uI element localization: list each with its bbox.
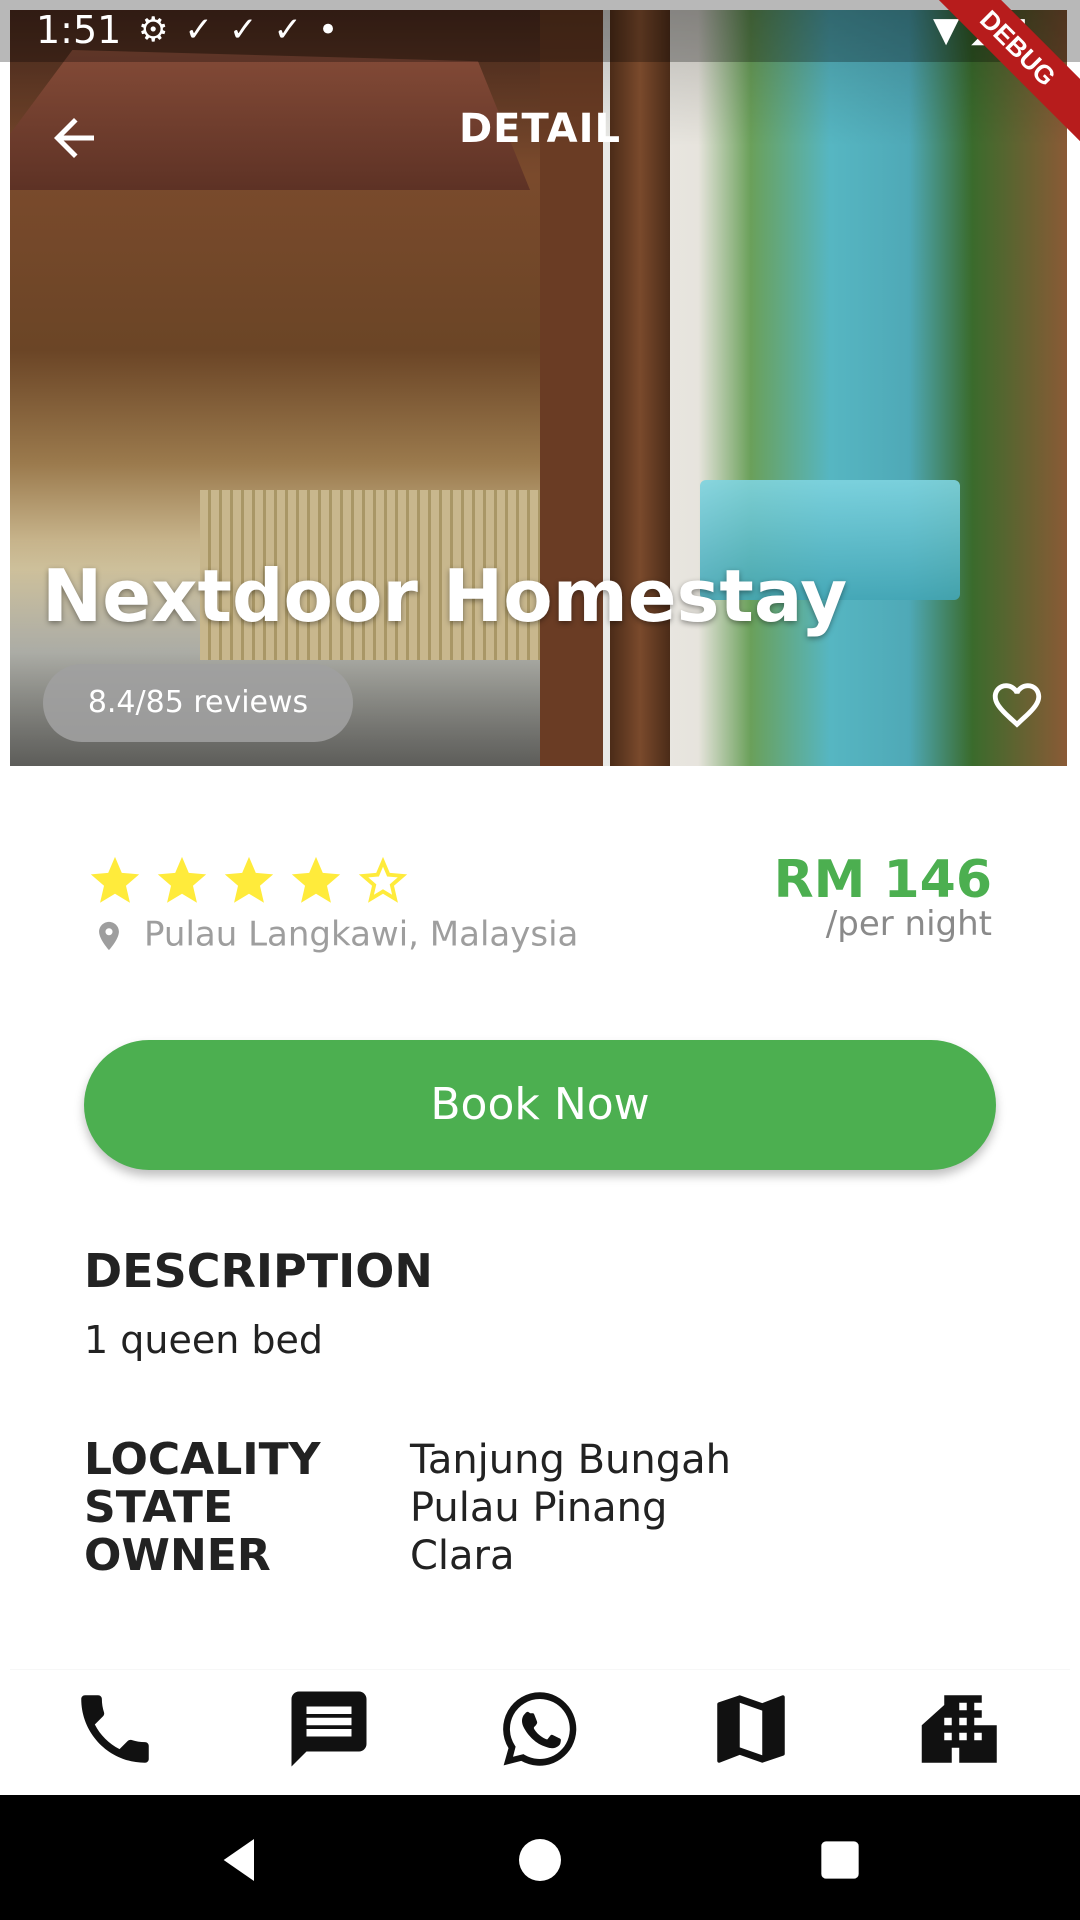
place-name: Nextdoor Homestay [42,554,848,638]
whatsapp-button[interactable] [495,1684,585,1774]
page-title: DETAIL [458,106,622,152]
recents-square-icon [821,1841,859,1879]
heart-outline-icon [992,683,1042,728]
status-bar: 1:51 ⚙✓✓✓• ▼◢▮ [0,0,1080,62]
detail-key: OWNER [84,1530,271,1581]
detail-row-owner: OWNER Clara [84,1532,731,1580]
back-triangle-icon [223,1839,254,1881]
status-icons-left: ⚙✓✓✓• [138,10,354,50]
whatsapp-icon [503,1692,577,1766]
details-table: LOCALITY Tanjung Bungah STATE Pulau Pina… [84,1436,731,1580]
call-button[interactable] [70,1684,160,1774]
message-button[interactable] [284,1684,374,1774]
detail-key: STATE [84,1482,233,1533]
phone-icon [81,1695,149,1763]
detail-row-locality: LOCALITY Tanjung Bungah [84,1436,731,1484]
gear-icon: ⚙ [138,10,185,50]
reviews-badge: 8.4/85 reviews [43,664,353,742]
detail-value: Tanjung Bungah [410,1437,731,1483]
homes-icon [921,1695,997,1763]
star-filled-icon [292,856,341,903]
dot-icon: • [317,10,355,50]
star-filled-icon [90,856,140,903]
price-unit: /per night [825,904,992,944]
book-now-button[interactable]: Book Now [84,1040,996,1170]
system-recents-button[interactable] [812,1832,868,1888]
detail-value: Clara [410,1533,515,1579]
detail-value: Pulau Pinang [410,1485,668,1531]
home-circle-icon [519,1839,561,1881]
message-icon [291,1691,367,1767]
location: Pulau Langkawi, Malaysia [92,914,578,958]
price-value: RM 146 [773,850,992,910]
map-button[interactable] [706,1684,796,1774]
map-icon [717,1695,785,1763]
check-icon: ✓ [273,10,318,50]
check-icon: ✓ [184,10,229,50]
favorite-button[interactable] [988,676,1046,734]
star-filled-icon [157,856,207,903]
system-back-button[interactable] [212,1832,268,1888]
star-outline-icon [359,856,408,903]
location-text: Pulau Langkawi, Malaysia [144,914,579,955]
description-text: 1 queen bed [84,1318,324,1362]
system-home-button[interactable] [512,1832,568,1888]
price-block: RM 146 /per night [774,850,992,944]
check-icon: ✓ [228,10,274,50]
detail-key: LOCALITY [84,1434,321,1485]
rating-stars [86,852,416,914]
detail-row-state: STATE Pulau Pinang [84,1484,731,1532]
homes-button[interactable] [918,1684,1008,1774]
location-pin-icon [99,921,119,951]
status-time: 1:51 [36,8,122,52]
description-title: DESCRIPTION [84,1244,433,1298]
star-filled-icon [225,856,274,903]
